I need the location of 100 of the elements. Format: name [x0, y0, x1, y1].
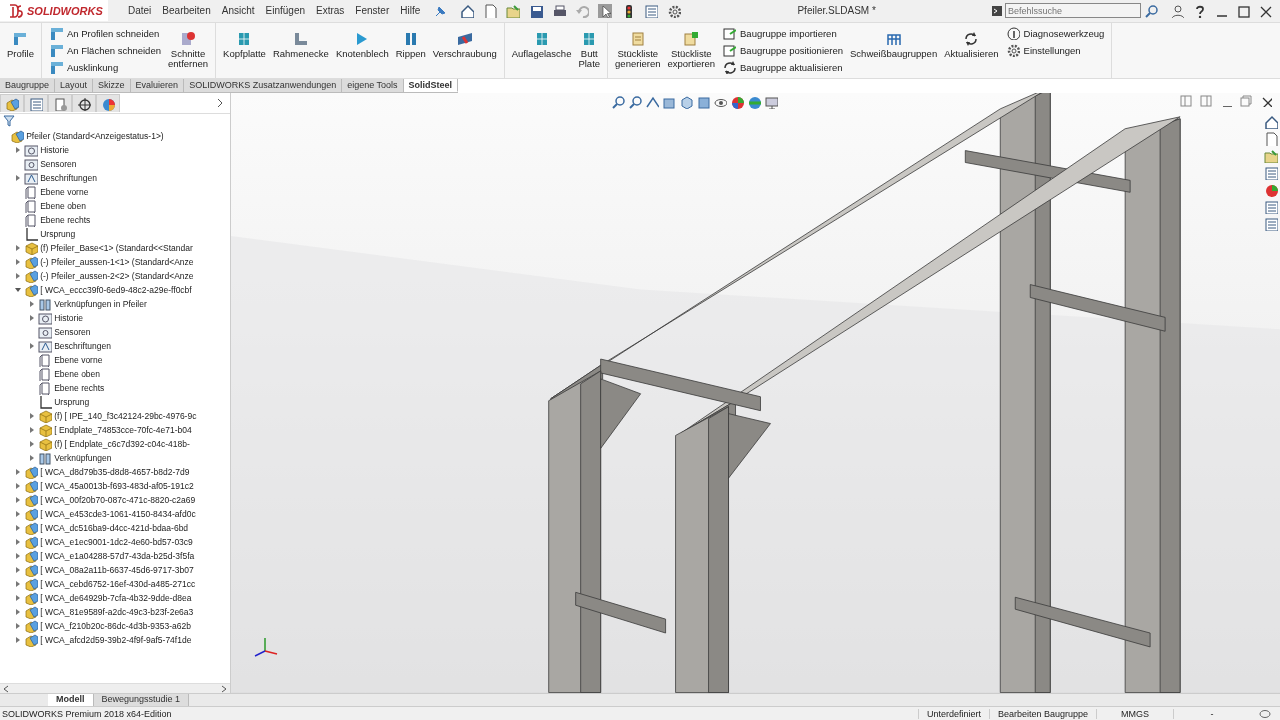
expand-arrow-icon[interactable]: [15, 259, 22, 266]
tree-item[interactable]: [ WCA_08a2a11b-6637-45d6-9717-3b07: [40, 565, 194, 576]
tile-left-icon[interactable]: [1180, 95, 1192, 108]
tree-item[interactable]: (f) Pfeiler_Base<1> (Standard<<Standar: [40, 243, 193, 254]
ribbon-button[interactable]: Stückliste exportieren: [665, 25, 718, 71]
select-icon[interactable]: [598, 3, 613, 18]
tree-item[interactable]: Ebene oben: [40, 201, 87, 212]
ribbon-button[interactable]: Aktualisieren: [942, 25, 1001, 61]
monitor-icon[interactable]: [764, 95, 778, 110]
print-icon[interactable]: [552, 3, 567, 18]
tree-item[interactable]: [ WCA_afcd2d59-39b2-4f9f-9af5-74f1de: [40, 635, 192, 646]
ribbon-button[interactable]: Stückliste generieren: [613, 25, 663, 71]
view-cube-icon[interactable]: [679, 95, 693, 110]
tree-item[interactable]: (f) [ Endplate_c6c7d392-c04c-418b-: [54, 439, 190, 450]
tree-item[interactable]: Beschriftungen: [40, 173, 97, 184]
expand-arrow-icon[interactable]: [15, 175, 22, 182]
zoom-area-icon[interactable]: [628, 95, 642, 110]
expand-arrow-icon[interactable]: [29, 455, 36, 462]
panel-tab[interactable]: [72, 94, 96, 113]
expand-arrow-icon[interactable]: [29, 315, 36, 322]
expand-arrow-icon[interactable]: [15, 567, 22, 574]
close-icon[interactable]: [1260, 95, 1272, 108]
expand-arrow-icon[interactable]: [15, 609, 22, 616]
tree-item[interactable]: Ursprung: [40, 229, 76, 240]
ribbon-button[interactable]: Baugruppe positionieren: [720, 42, 846, 58]
tree-item[interactable]: Historie: [40, 145, 69, 156]
file-properties-icon[interactable]: [644, 3, 659, 18]
ribbon-button[interactable]: Verschraubung: [430, 25, 499, 61]
tree-item[interactable]: Ebene rechts: [54, 383, 105, 394]
zoom-fit-icon[interactable]: [611, 95, 625, 110]
expand-arrow-icon[interactable]: [15, 483, 22, 490]
chevron-right-icon[interactable]: [216, 98, 224, 109]
folder-icon[interactable]: [1264, 149, 1278, 164]
tree-item[interactable]: [ WCA_e1a04288-57d7-43da-b25d-3f5fa: [40, 551, 195, 562]
menu-item[interactable]: Einfügen: [265, 5, 305, 17]
expand-arrow-icon[interactable]: [29, 413, 36, 420]
tree-item[interactable]: [ WCA_00f20b70-087c-471c-8820-c2a69: [40, 495, 196, 506]
ribbon-button[interactable]: Butt Plate: [576, 25, 603, 71]
ribbon-button[interactable]: Baugruppe importieren: [720, 25, 846, 41]
expand-arrow-icon[interactable]: [29, 427, 36, 434]
tree-item[interactable]: [ WCA_de64929b-7cfa-4b32-9dde-d8ea: [40, 593, 192, 604]
expand-arrow-icon[interactable]: [15, 539, 22, 546]
restore-icon[interactable]: [1240, 95, 1252, 108]
expand-arrow-icon[interactable]: [15, 637, 22, 644]
tree-item[interactable]: [ WCA_f210b20c-86dc-4d3b-9353-a62b: [40, 621, 191, 632]
ribbon-button[interactable]: Ausklinkung: [46, 59, 163, 75]
tree-item[interactable]: (-) Pfeiler_aussen-1<1> (Standard<Anze: [40, 257, 194, 268]
ribbon-button[interactable]: An Profilen schneiden: [46, 25, 163, 41]
settings-icon[interactable]: [667, 3, 682, 18]
expand-arrow-icon[interactable]: [29, 301, 36, 308]
menu-item[interactable]: Bearbeiten: [162, 5, 211, 17]
tree-item[interactable]: [ WCA_45a0013b-f693-483d-af05-191c2: [40, 481, 194, 492]
menu-item[interactable]: Ansicht: [221, 5, 255, 17]
ribbon-button[interactable]: Schweißbaugruppen: [848, 25, 940, 61]
user-icon[interactable]: [1170, 3, 1184, 18]
home-icon[interactable]: [460, 3, 475, 18]
tree-item[interactable]: (-) Pfeiler_aussen-2<2> (Standard<Anze: [40, 271, 194, 282]
command-tab[interactable]: SolidSteel: [403, 79, 459, 93]
expand-arrow-icon[interactable]: [15, 511, 22, 518]
expand-arrow-icon[interactable]: [15, 147, 22, 154]
tree-item[interactable]: [ Endplate_74853cce-70fc-4e71-b04: [54, 425, 192, 436]
expand-arrow-icon[interactable]: [15, 497, 22, 504]
expand-arrow-icon[interactable]: [15, 469, 22, 476]
expand-arrow-icon[interactable]: [29, 343, 36, 350]
tree-item[interactable]: [ WCA_dc516ba9-d4cc-421d-bdaa-6bd: [40, 523, 189, 534]
ribbon-button[interactable]: Diagnosewerkzeug: [1003, 25, 1107, 41]
tree-item[interactable]: Ursprung: [54, 397, 90, 408]
filter-icon[interactable]: [3, 115, 15, 128]
ribbon-button[interactable]: Schnitte entfernen: [165, 25, 211, 71]
expand-arrow-icon[interactable]: [29, 441, 36, 448]
scroll-left-icon[interactable]: [3, 684, 9, 693]
tree-item[interactable]: [ WCA_eccc39f0-6ed9-48c2-a29e-ff0cbf: [40, 285, 192, 296]
list-icon[interactable]: [1264, 217, 1278, 232]
property-icon[interactable]: [1264, 166, 1278, 181]
tree-item[interactable]: Beschriftungen: [54, 341, 111, 352]
search-field[interactable]: Befehlssuche: [1005, 3, 1141, 19]
tree-item[interactable]: [ WCA_e453cde3-1061-4150-8434-afd0c: [40, 509, 196, 520]
expand-arrow-icon[interactable]: [15, 245, 22, 252]
ribbon-button[interactable]: Rippen: [393, 25, 428, 61]
scroll-right-icon[interactable]: [221, 684, 227, 693]
expand-arrow-icon[interactable]: [15, 623, 22, 630]
new-document-icon[interactable]: [483, 3, 498, 18]
menu-item[interactable]: Fenster: [355, 5, 390, 17]
tree-item[interactable]: Ebene vorne: [54, 355, 103, 366]
menu-item[interactable]: Extras: [316, 5, 345, 17]
expand-arrow-icon[interactable]: [15, 273, 22, 280]
menu-item[interactable]: Hilfe: [400, 5, 421, 17]
expand-arrow-icon[interactable]: [15, 553, 22, 560]
model-tab[interactable]: Modell: [48, 694, 94, 706]
tile-right-icon[interactable]: [1200, 95, 1212, 108]
appearance-icon[interactable]: [730, 95, 744, 110]
tree-item[interactable]: Pfeiler (Standard<Anzeigestatus-1>): [26, 131, 164, 142]
tree-item[interactable]: Sensoren: [54, 327, 91, 338]
ribbon-button[interactable]: An Flächen schneiden: [46, 42, 163, 58]
expand-arrow-icon[interactable]: [15, 595, 22, 602]
ribbon-button[interactable]: Kopfplatte: [221, 25, 268, 61]
open-icon[interactable]: [506, 3, 521, 18]
expand-arrow-icon[interactable]: [15, 581, 22, 588]
ribbon-button[interactable]: Rahmenecke: [270, 25, 331, 61]
tree-item[interactable]: Historie: [54, 313, 83, 324]
